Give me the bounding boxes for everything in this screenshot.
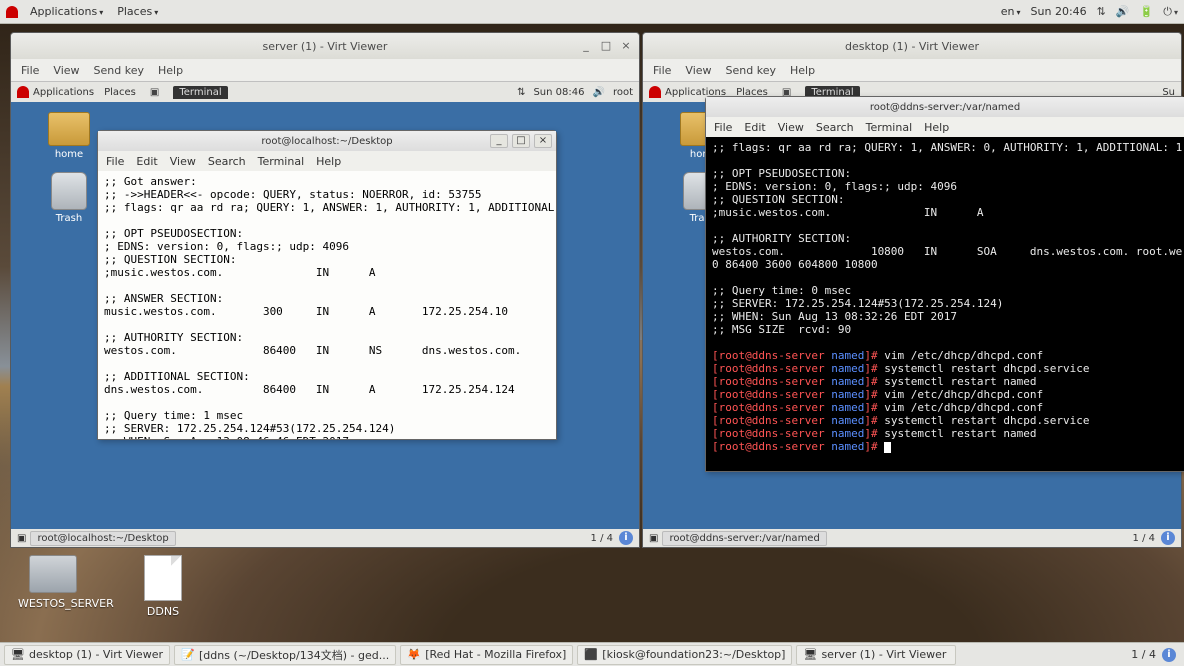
menu-sendkey[interactable]: Send key [726,64,776,77]
desktop-ddns-file[interactable]: DDNS [128,555,198,618]
guest-workspace[interactable]: 1 / 4 [591,533,613,544]
guest-desktop-left: Applications Places ▣ Terminal ⇅ Sun 08:… [11,81,639,547]
taskbar-item[interactable]: 🖥desktop (1) - Virt Viewer [4,645,170,665]
menu-view[interactable]: View [685,64,711,77]
guest-trash[interactable]: Trash [41,172,97,224]
minimize-button[interactable]: _ [579,39,593,53]
terminal-titlebar[interactable]: root@ddns-server:/var/named [706,97,1184,117]
terminal-window-ddns: root@ddns-server:/var/named File Edit Vi… [705,96,1184,472]
guest-desktop-right: Applications Places ▣ Terminal Su hom Tr… [643,81,1181,547]
terminal-output[interactable]: ;; Got answer: ;; ->>HEADER<<- opcode: Q… [98,171,556,439]
virt-window-desktop: desktop (1) - Virt Viewer File View Send… [642,32,1182,548]
guest-vol-icon[interactable]: 🔊 [592,87,604,98]
redhat-icon [17,86,29,98]
guest-task-button[interactable]: root@localhost:~/Desktop [30,531,175,546]
guest-bottom-panel: ▣ root@ddns-server:/var/named 1 / 4 i [643,529,1181,547]
places-menu[interactable]: Places▾ [111,3,164,20]
taskbar-item[interactable]: ⬛[kiosk@foundation23:~/Desktop] [577,645,792,665]
menu-file[interactable]: File [21,64,39,77]
battery-icon[interactable]: 🔋 [1140,5,1154,18]
term-minimize[interactable]: _ [490,134,508,148]
virt-menubar: File View Send key Help [643,59,1181,81]
close-button[interactable]: × [619,39,633,53]
menu-sendkey[interactable]: Send key [94,64,144,77]
menu-view[interactable]: View [53,64,79,77]
term-menubar: File Edit View Search Terminal Help [706,117,1184,137]
redhat-icon [649,86,661,98]
virt-window-server: server (1) - Virt Viewer _ □ × File View… [10,32,640,548]
host-bottom-panel: 🖥desktop (1) - Virt Viewer 📝[ddns (~/Des… [0,642,1184,666]
taskbar-item[interactable]: 🦊[Red Hat - Mozilla Firefox] [400,645,573,665]
guest-workspace[interactable]: 1 / 4 [1133,533,1155,544]
menu-file[interactable]: File [653,64,671,77]
terminal-window-localhost: root@localhost:~/Desktop _ □ × File Edit… [97,130,557,440]
volume-icon[interactable]: 🔊 [1116,5,1130,18]
lang-indicator[interactable]: en▾ [1001,5,1021,18]
info-icon[interactable]: i [1161,531,1175,545]
host-workspace[interactable]: 1 / 4 [1131,648,1156,661]
taskbar-item[interactable]: 📝[ddns (~/Desktop/134文档) - ged... [174,645,396,665]
applications-menu[interactable]: Applications▾ [24,3,109,20]
maximize-button[interactable]: □ [599,39,613,53]
term-close[interactable]: × [534,134,552,148]
menu-help[interactable]: Help [790,64,815,77]
term-maximize[interactable]: □ [512,134,530,148]
virt-menubar: File View Send key Help [11,59,639,81]
clock[interactable]: Sun 20:46 [1031,5,1087,18]
term-menubar: File Edit View Search Terminal Help [98,151,556,171]
guest-places-menu[interactable]: Places [104,87,136,98]
window-titlebar[interactable]: server (1) - Virt Viewer _ □ × [11,33,639,59]
guest-top-panel: Applications Places ▣ Terminal ⇅ Sun 08:… [11,82,639,102]
guest-apps-menu[interactable]: Applications [33,87,94,98]
guest-task-button[interactable]: root@ddns-server:/var/named [662,531,826,546]
guest-bottom-panel: ▣ root@localhost:~/Desktop 1 / 4 i [11,529,639,547]
redhat-icon [6,6,18,18]
terminal-titlebar[interactable]: root@localhost:~/Desktop _ □ × [98,131,556,151]
guest-home-folder[interactable]: home [41,112,97,160]
terminal-tab-icon[interactable]: ▣ [144,86,165,99]
info-icon[interactable]: i [619,531,633,545]
guest-clock[interactable]: Sun 08:46 [533,87,584,98]
guest-net-icon[interactable]: ⇅ [517,87,525,98]
terminal-tab[interactable]: Terminal [173,86,227,99]
desktop-server-icon[interactable]: WESTOS_SERVER [18,555,88,610]
guest-user[interactable]: root [613,87,633,98]
power-icon[interactable]: ⏻▾ [1163,5,1178,19]
menu-help[interactable]: Help [158,64,183,77]
window-titlebar[interactable]: desktop (1) - Virt Viewer [643,33,1181,59]
network-icon[interactable]: ⇅ [1097,5,1106,18]
host-top-panel: Applications▾ Places▾ en▾ Sun 20:46 ⇅ 🔊 … [0,0,1184,24]
terminal-output[interactable]: ;; flags: qr aa rd ra; QUERY: 1, ANSWER:… [706,137,1184,471]
taskbar-item[interactable]: 🖥server (1) - Virt Viewer [796,645,956,665]
info-icon[interactable]: i [1162,648,1176,662]
